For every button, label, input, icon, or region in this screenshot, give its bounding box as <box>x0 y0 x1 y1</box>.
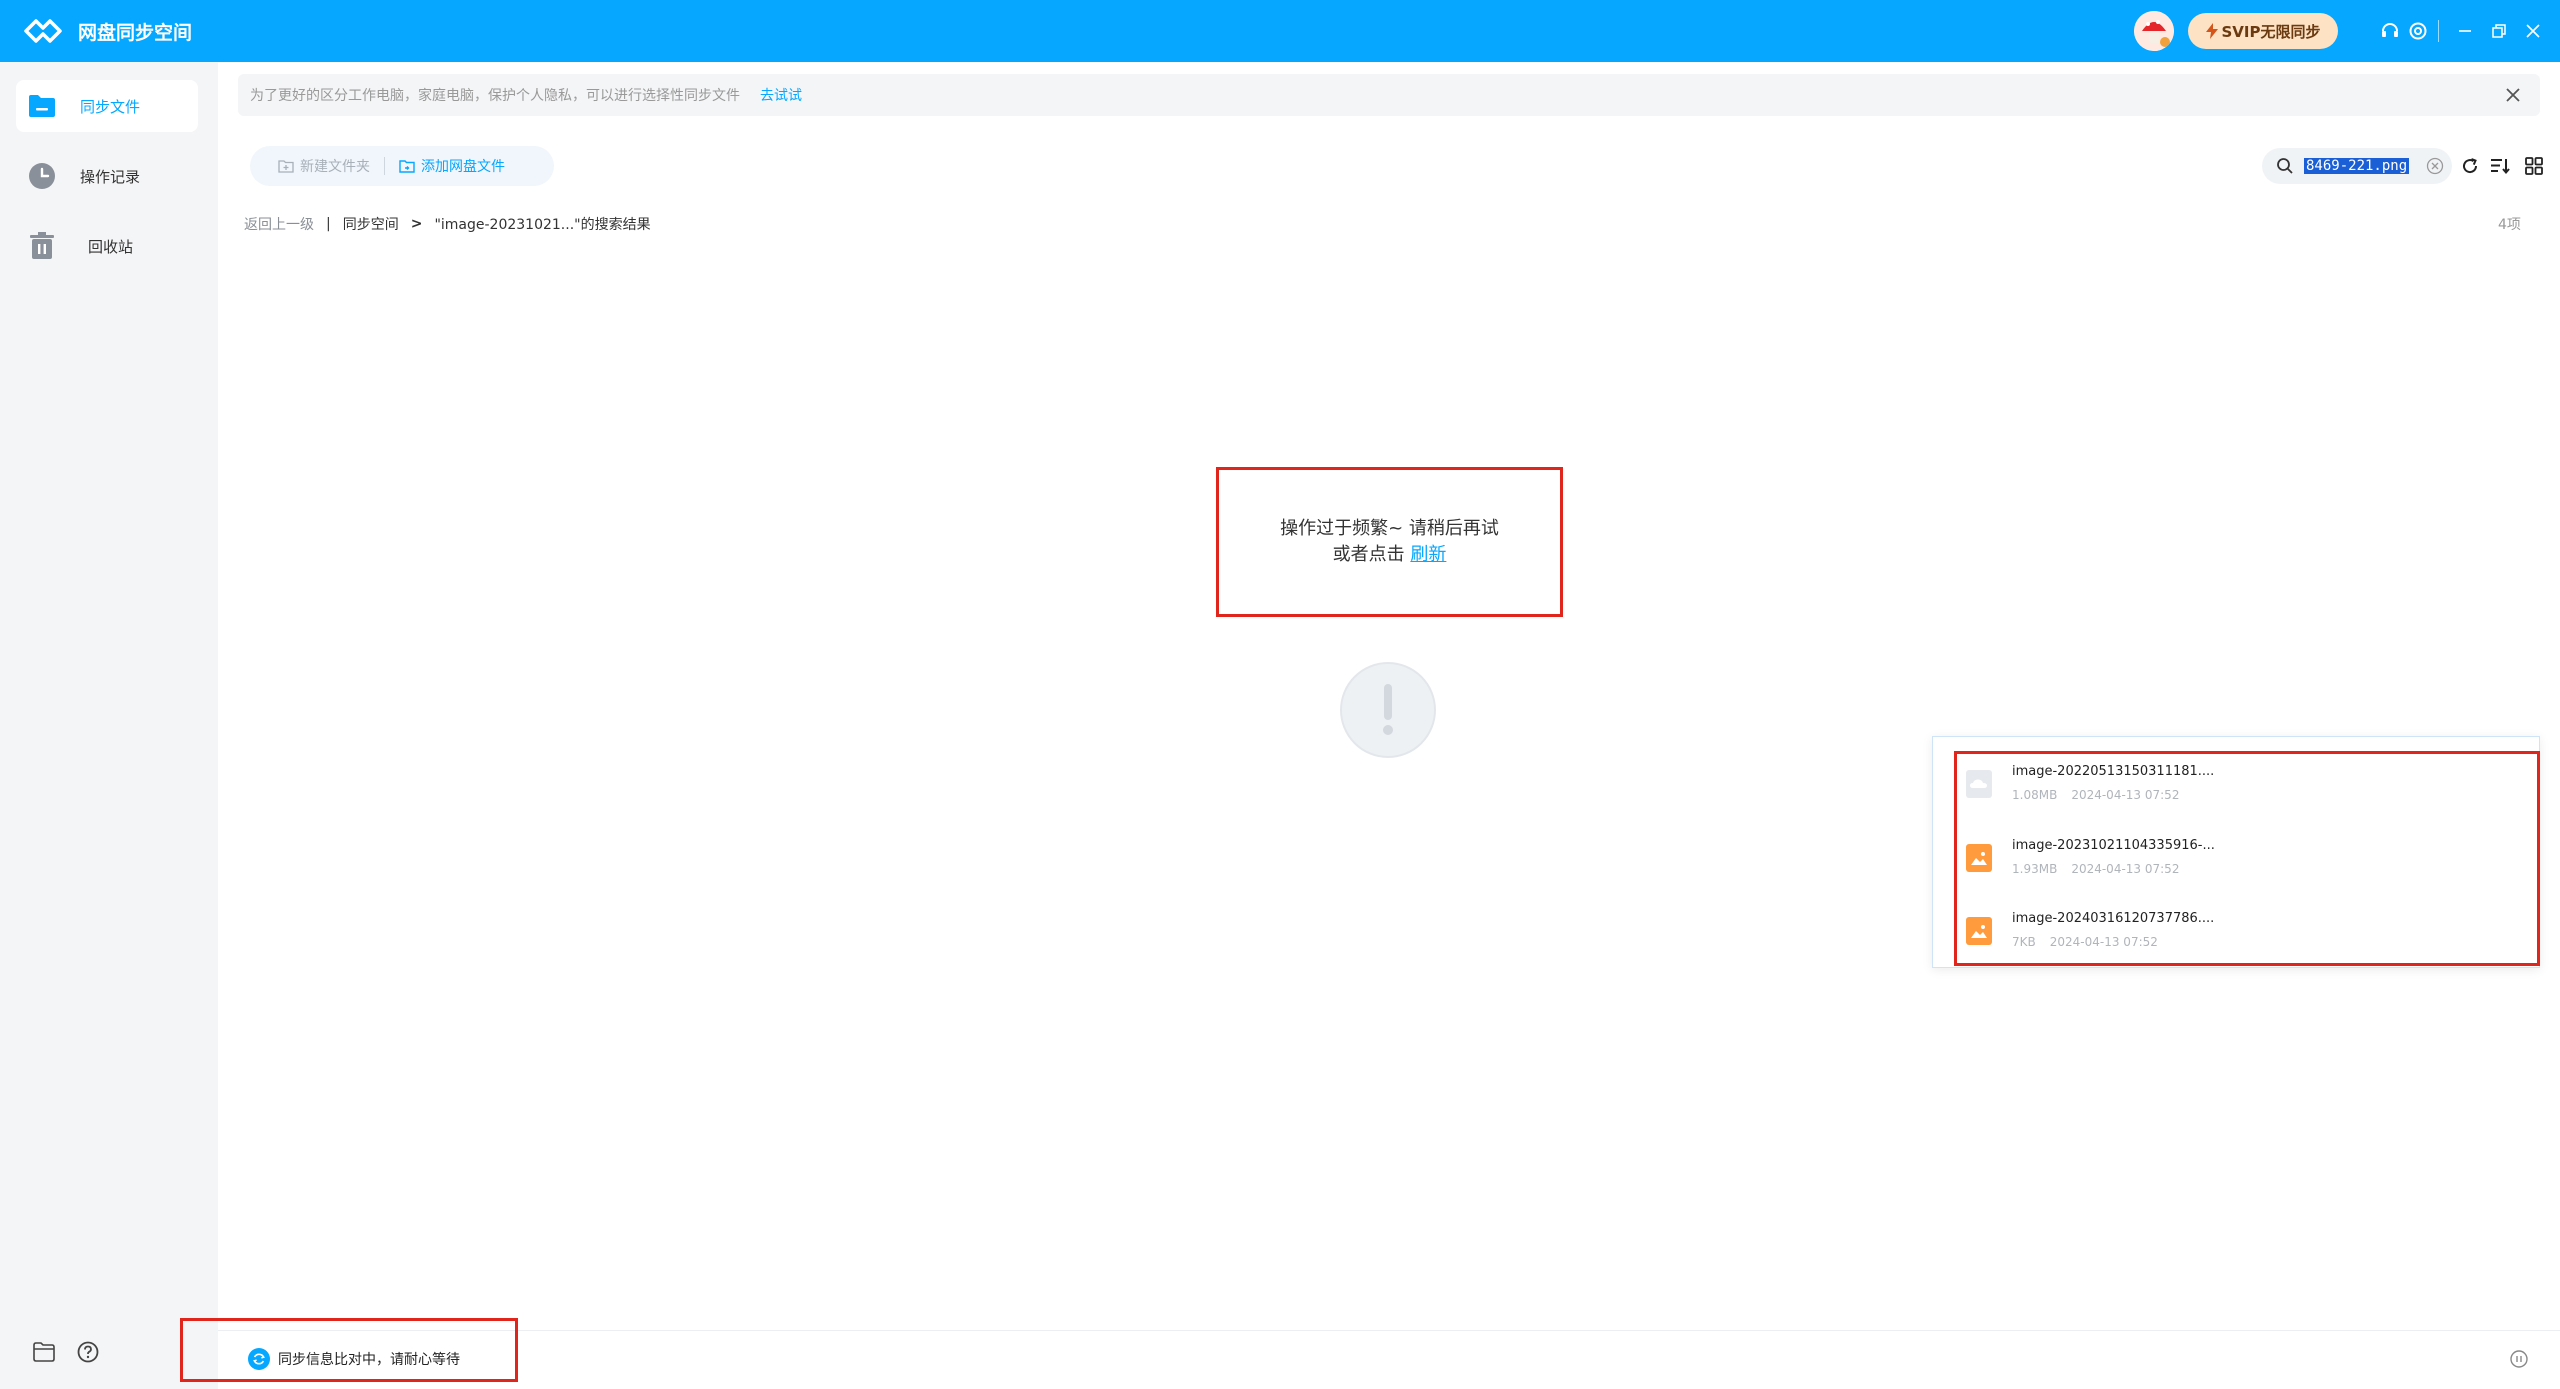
recent-file-size: 1.08MB <box>2012 788 2058 802</box>
recent-file-name: image-20220513150311181.... <box>2012 764 2215 779</box>
app-title: 网盘同步空间 <box>78 22 193 44</box>
grid-view-icon[interactable] <box>2522 154 2546 178</box>
error-line-2: 或者点击 刷新 <box>1333 542 1447 568</box>
add-files-button[interactable]: 添加网盘文件 <box>385 156 519 176</box>
sidebar-item-recycle-bin[interactable]: 回收站 <box>16 220 198 272</box>
sidebar-item-label: 同步文件 <box>80 97 141 116</box>
add-files-label: 添加网盘文件 <box>421 159 505 175</box>
recent-file-size: 7KB <box>2012 935 2036 949</box>
clock-icon <box>26 160 58 192</box>
syncing-icon <box>248 1348 270 1370</box>
error-line-2-prefix: 或者点击 <box>1332 544 1405 565</box>
recent-file-meta: 1.08MB 2024-04-13 07:52 <box>2012 788 2179 802</box>
add-files-icon <box>399 159 415 173</box>
pause-icon[interactable] <box>2508 1348 2530 1370</box>
close-icon[interactable] <box>2519 17 2547 45</box>
breadcrumb-separator: | <box>326 216 331 232</box>
item-count: 4项 <box>2498 217 2521 233</box>
new-folder-button[interactable]: 新建文件夹 <box>250 156 384 176</box>
refresh-link[interactable]: 刷新 <box>1410 544 1446 565</box>
search-icon <box>2277 158 2293 174</box>
recent-file-name: image-20240316120737786.... <box>2012 911 2215 926</box>
recent-file-item[interactable]: image-20231021104335916-... 1.93MB 2024-0… <box>1966 830 2526 890</box>
trash-icon <box>26 230 58 262</box>
open-folder-icon[interactable] <box>30 1338 58 1366</box>
recent-file-name: image-20231021104335916-... <box>2012 838 2215 853</box>
recent-file-meta: 7KB 2024-04-13 07:52 <box>2012 935 2158 949</box>
notice-text: 为了更好的区分工作电脑，家庭电脑，保护个人隐私，可以进行选择性同步文件 <box>250 88 740 104</box>
title-bar: 网盘同步空间 SVIP无限同步 <box>0 0 2560 62</box>
clear-search-icon[interactable] <box>2426 157 2444 175</box>
recent-file-item[interactable]: image-20240316120737786.... 7KB 2024-04-1… <box>1966 903 2526 963</box>
sidebar: 同步文件 操作记录 回收站 <box>0 62 218 1389</box>
notice-bar: 为了更好的区分工作电脑，家庭电脑，保护个人隐私，可以进行选择性同步文件 去试试 <box>238 74 2540 116</box>
titlebar-divider <box>2438 20 2439 42</box>
exclamation-icon <box>1340 662 1436 758</box>
file-toolbar: 新建文件夹 添加网盘文件 <box>250 146 554 186</box>
error-message: 操作过于频繁~ 请稍后再试 或者点击 刷新 <box>1216 467 1563 617</box>
notice-close-icon[interactable] <box>2500 82 2526 108</box>
avatar[interactable] <box>2134 11 2174 51</box>
error-line-1: 操作过于频繁~ 请稍后再试 <box>1280 518 1499 539</box>
help-icon[interactable] <box>74 1338 102 1366</box>
search-input[interactable]: 8469-221.png <box>2304 158 2410 174</box>
statusbar-divider <box>218 1330 2560 1331</box>
settings-icon[interactable] <box>2404 17 2432 45</box>
sidebar-item-label: 回收站 <box>88 237 134 256</box>
svip-label: SVIP无限同步 <box>2221 22 2321 41</box>
recent-file-size: 1.93MB <box>2012 862 2058 876</box>
new-folder-label: 新建文件夹 <box>300 159 370 175</box>
sort-icon[interactable] <box>2488 154 2512 178</box>
lightning-icon <box>2205 23 2218 39</box>
sync-help-icon[interactable] <box>2376 17 2404 45</box>
breadcrumb-current: "image-20231021..."的搜索结果 <box>434 217 651 233</box>
sidebar-item-label: 操作记录 <box>80 167 141 186</box>
search-box[interactable]: 8469-221.png <box>2262 148 2452 184</box>
breadcrumb-root-link[interactable]: 同步空间 <box>343 214 399 234</box>
sidebar-item-history[interactable]: 操作记录 <box>16 150 198 202</box>
recent-file-meta: 1.93MB 2024-04-13 07:52 <box>2012 862 2179 876</box>
minimize-icon[interactable] <box>2451 17 2479 45</box>
recent-file-time: 2024-04-13 07:52 <box>2071 862 2180 876</box>
sync-status-text: 同步信息比对中，请耐心等待 <box>278 1352 460 1368</box>
app-logo-icon <box>24 19 62 43</box>
image-file-icon <box>1966 844 1992 872</box>
breadcrumb-back-link[interactable]: 返回上一级 <box>244 214 314 234</box>
notice-try-link[interactable]: 去试试 <box>760 85 802 105</box>
svip-button[interactable]: SVIP无限同步 <box>2188 13 2338 49</box>
cloud-file-icon <box>1966 770 1992 798</box>
new-folder-icon <box>278 160 294 173</box>
recent-file-time: 2024-04-13 07:52 <box>2049 935 2158 949</box>
sidebar-item-sync-files[interactable]: 同步文件 <box>16 80 198 132</box>
recent-file-time: 2024-04-13 07:52 <box>2071 788 2180 802</box>
recent-file-item[interactable]: image-20220513150311181.... 1.08MB 2024-0… <box>1966 756 2526 816</box>
sync-status: 同步信息比对中，请耐心等待 <box>248 1348 460 1370</box>
folder-icon <box>26 90 58 122</box>
refresh-icon[interactable] <box>2458 154 2482 178</box>
breadcrumb: 返回上一级 | 同步空间 > "image-20231021..."的搜索结果 <box>244 214 651 234</box>
restore-icon[interactable] <box>2485 17 2513 45</box>
breadcrumb-arrow-icon: > <box>410 216 423 232</box>
image-file-icon <box>1966 917 1992 945</box>
